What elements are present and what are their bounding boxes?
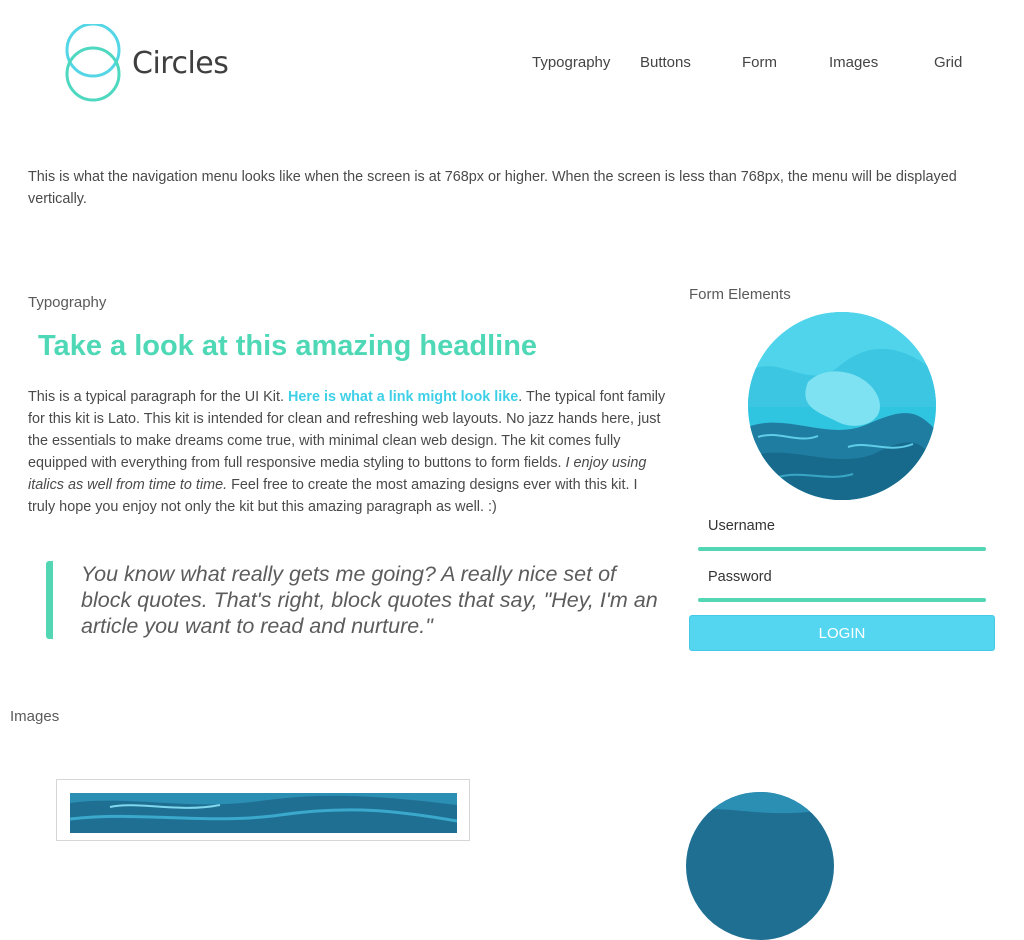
section-label-typography: Typography (28, 294, 107, 311)
nav-item-images[interactable]: Images (829, 54, 878, 71)
avatar-wave-image (748, 312, 936, 500)
username-underline (698, 547, 986, 551)
password-underline (698, 598, 986, 602)
sample-link[interactable]: Here is what a link might look like (288, 389, 518, 405)
framed-image-content (70, 793, 457, 833)
section-label-images: Images (10, 708, 60, 725)
typical-paragraph: This is a typical paragraph for the UI K… (28, 386, 668, 518)
nav-item-form[interactable]: Form (742, 54, 777, 71)
circle-image (686, 792, 834, 940)
paragraph-text-start: This is a typical paragraph for the UI K… (28, 389, 288, 405)
login-button[interactable]: LOGIN (689, 615, 995, 651)
wave-image-graphic (686, 792, 834, 940)
main-nav: Typography Buttons Form Images Grid (0, 54, 1024, 74)
password-placeholder: Password (708, 569, 772, 585)
framed-image (56, 779, 470, 841)
wave-image-graphic (70, 793, 457, 833)
block-quote: You know what really gets me going? A re… (46, 561, 661, 639)
nav-item-grid[interactable]: Grid (934, 54, 962, 71)
password-field[interactable]: Password (698, 562, 986, 602)
username-field[interactable]: Username (698, 511, 986, 551)
headline: Take a look at this amazing headline (38, 330, 538, 362)
username-placeholder: Username (708, 518, 775, 534)
wave-image-graphic (748, 312, 936, 500)
section-label-form-elements: Form Elements (689, 286, 791, 303)
nav-description: This is what the navigation menu looks l… (28, 169, 957, 207)
nav-item-buttons[interactable]: Buttons (640, 54, 691, 71)
nav-item-typography[interactable]: Typography (532, 54, 610, 71)
